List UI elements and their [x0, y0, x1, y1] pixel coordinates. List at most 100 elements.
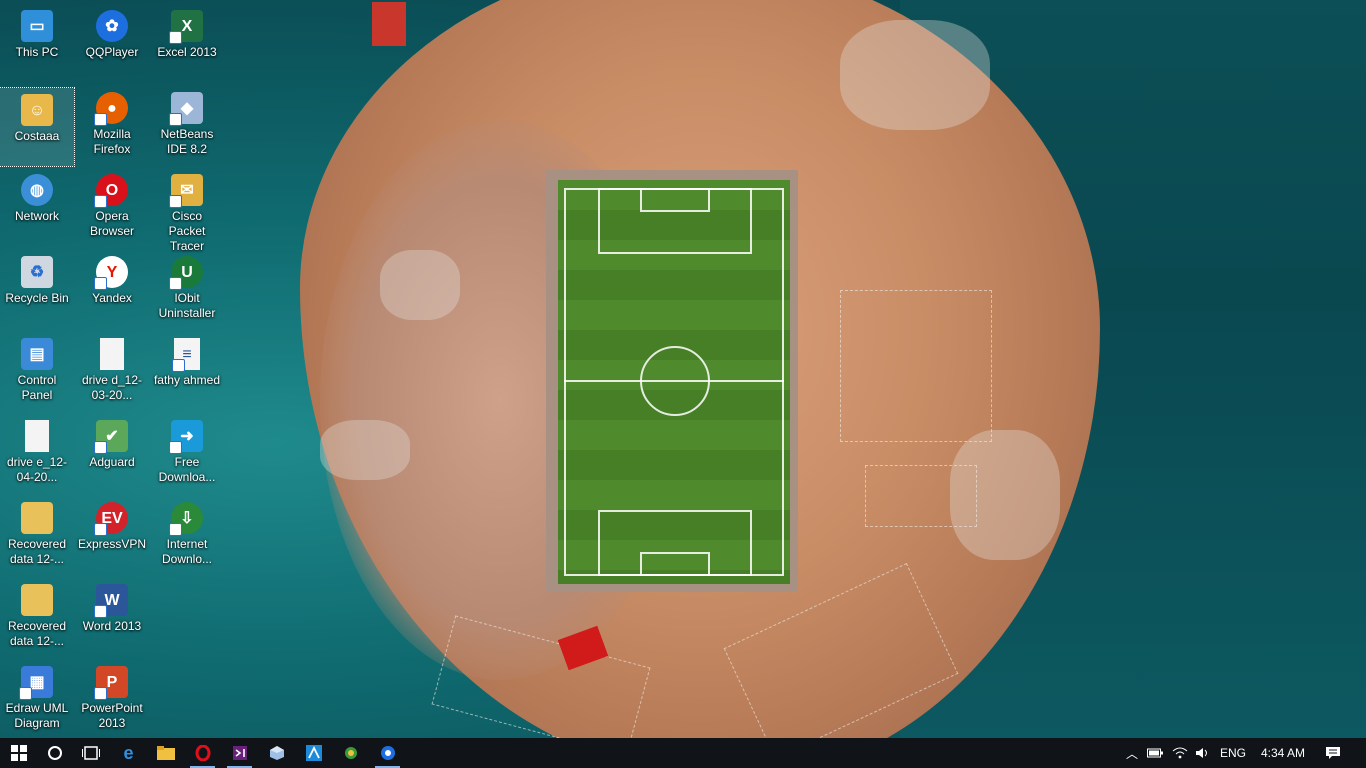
recovered-data-folder-1[interactable]: Recovered data 12-... [0, 496, 74, 574]
costaaa-user-folder[interactable]: ☺ Costaaa [0, 87, 75, 167]
netbeans-shortcut[interactable]: ◆ NetBeans IDE 8.2 [150, 86, 224, 164]
file-icon [100, 338, 124, 370]
task-view-button[interactable] [72, 738, 109, 768]
iobit-uninstaller-icon: U [169, 256, 203, 290]
icon-label: This PC [15, 45, 59, 59]
word-2013-shortcut[interactable]: W Word 2013 [75, 578, 149, 656]
visual-studio-taskbar-button[interactable] [221, 738, 258, 768]
icon-label: Opera Browser [89, 209, 134, 238]
recovered-data-folder-2[interactable]: Recovered data 12-... [0, 578, 74, 656]
opera-icon: O [94, 174, 128, 208]
powerpoint-2013-shortcut[interactable]: P PowerPoint 2013 [75, 660, 149, 738]
icon-label: Internet Downlo... [161, 537, 213, 566]
file-explorer-taskbar-button[interactable] [147, 738, 184, 768]
icon-label: Cisco Packet Tracer [168, 209, 206, 253]
azure-taskbar-button[interactable] [295, 738, 332, 768]
iobit-uninstaller-shortcut[interactable]: U IObit Uninstaller [150, 250, 224, 328]
yandex-shortcut[interactable]: Y Yandex [75, 250, 149, 328]
powerpoint-icon: P [94, 666, 128, 700]
file-icon [25, 420, 49, 452]
firefox-icon: ● [94, 92, 128, 126]
icon-label: fathy ahmed [153, 373, 221, 387]
opera-taskbar-button[interactable] [184, 738, 221, 768]
recycle-bin-shortcut[interactable]: ♻ Recycle Bin [0, 250, 74, 328]
chevron-up-icon: ︿ [1125, 746, 1138, 761]
icon-label: Free Downloa... [158, 455, 216, 484]
qqplayer-taskbar-button[interactable] [369, 738, 406, 768]
folder-icon [21, 584, 53, 616]
adguard-shortcut[interactable]: ✔ Adguard [75, 414, 149, 492]
edraw-uml-diagram-shortcut[interactable]: ▦ Edraw UML Diagram [0, 660, 74, 738]
task-view-icon [81, 746, 100, 760]
this-pc-shortcut[interactable]: ▭ This PC [0, 4, 74, 82]
internet-download-manager-shortcut[interactable]: ⇩ Internet Downlo... [150, 496, 224, 574]
yandex-icon: Y [94, 256, 128, 290]
icon-label: drive d_12-03-20... [81, 373, 143, 402]
icon-label: NetBeans IDE 8.2 [160, 127, 214, 156]
action-center-button[interactable] [1314, 738, 1352, 768]
icon-label: Yandex [92, 291, 132, 305]
adguard-icon: ✔ [94, 420, 128, 454]
expressvpn-shortcut[interactable]: EV ExpressVPN [75, 496, 149, 574]
user-folder-icon: ☺ [21, 94, 53, 126]
network-shortcut[interactable]: ◍ Network [0, 168, 74, 246]
clock[interactable]: 4:34 AM [1254, 738, 1312, 768]
icon-label: IObit Uninstaller [158, 291, 216, 320]
icon-label: Edraw UML Diagram [5, 701, 69, 730]
start-button[interactable] [0, 738, 37, 768]
cisco-taskbar-button[interactable] [332, 738, 369, 768]
cortana-circle-icon [47, 746, 62, 760]
document-icon: ≡ [172, 338, 200, 372]
volume-tray-icon[interactable] [1192, 738, 1214, 768]
network-icon: ◍ [21, 174, 53, 206]
notification-icon [1326, 747, 1340, 759]
windows-logo-icon [10, 745, 27, 761]
taskbar: e ︿ ENG 4:34 AM [0, 738, 1366, 768]
internet-download-manager-icon: ⇩ [169, 502, 203, 536]
qqplayer-shortcut[interactable]: ✿ QQPlayer [75, 4, 149, 82]
icon-label: ExpressVPN [77, 537, 147, 551]
fathy-ahmed-document[interactable]: ≡ fathy ahmed [150, 332, 224, 410]
show-hidden-icons-button[interactable]: ︿ [1122, 738, 1142, 768]
drive-e-file[interactable]: drive e_12-04-20... [0, 414, 74, 492]
folder-icon [156, 746, 175, 760]
language-indicator[interactable]: ENG [1214, 738, 1252, 768]
clock-time: 4:34 AM [1260, 746, 1306, 760]
control-panel-icon: ▤ [21, 338, 53, 370]
netbeans-icon [269, 746, 284, 760]
icon-label: Recycle Bin [5, 291, 69, 305]
cortana-button[interactable] [36, 738, 73, 768]
icon-label: drive e_12-04-20... [6, 455, 68, 484]
expressvpn-icon: EV [94, 502, 128, 536]
qqplayer-icon: ✿ [96, 10, 128, 42]
word-icon: W [94, 584, 128, 618]
firefox-shortcut[interactable]: ● Mozilla Firefox [75, 86, 149, 164]
opera-shortcut[interactable]: O Opera Browser [75, 168, 149, 246]
opera-icon [195, 745, 210, 761]
icon-label: Excel 2013 [157, 45, 217, 59]
icon-label: Network [14, 209, 59, 223]
icon-label: Recovered data 12-... [7, 619, 67, 648]
battery-tray-icon[interactable] [1144, 738, 1166, 768]
netbeans-taskbar-button[interactable] [258, 738, 295, 768]
wifi-tray-icon[interactable] [1168, 738, 1192, 768]
folder-icon [21, 502, 53, 534]
speaker-icon [1196, 748, 1207, 758]
cisco-packet-tracer-icon [344, 747, 357, 759]
language-label: ENG [1219, 746, 1246, 760]
excel-2013-shortcut[interactable]: X Excel 2013 [150, 4, 224, 82]
excel-icon: X [169, 10, 203, 44]
computer-icon: ▭ [21, 10, 53, 42]
wifi-icon [1172, 747, 1188, 759]
edge-icon: e [123, 742, 134, 763]
battery-icon [1147, 748, 1163, 758]
free-download-manager-shortcut[interactable]: ➜ Free Downloa... [150, 414, 224, 492]
icon-label: Recovered data 12-... [7, 537, 67, 566]
qqplayer-icon [380, 746, 395, 760]
edge-taskbar-button[interactable]: e [110, 738, 147, 768]
icon-label: PowerPoint 2013 [81, 701, 143, 730]
control-panel-shortcut[interactable]: ▤ Control Panel [0, 332, 74, 410]
cisco-packet-tracer-shortcut[interactable]: ✉ Cisco Packet Tracer [150, 168, 224, 253]
netbeans-icon: ◆ [169, 92, 203, 126]
drive-d-file[interactable]: drive d_12-03-20... [75, 332, 149, 410]
